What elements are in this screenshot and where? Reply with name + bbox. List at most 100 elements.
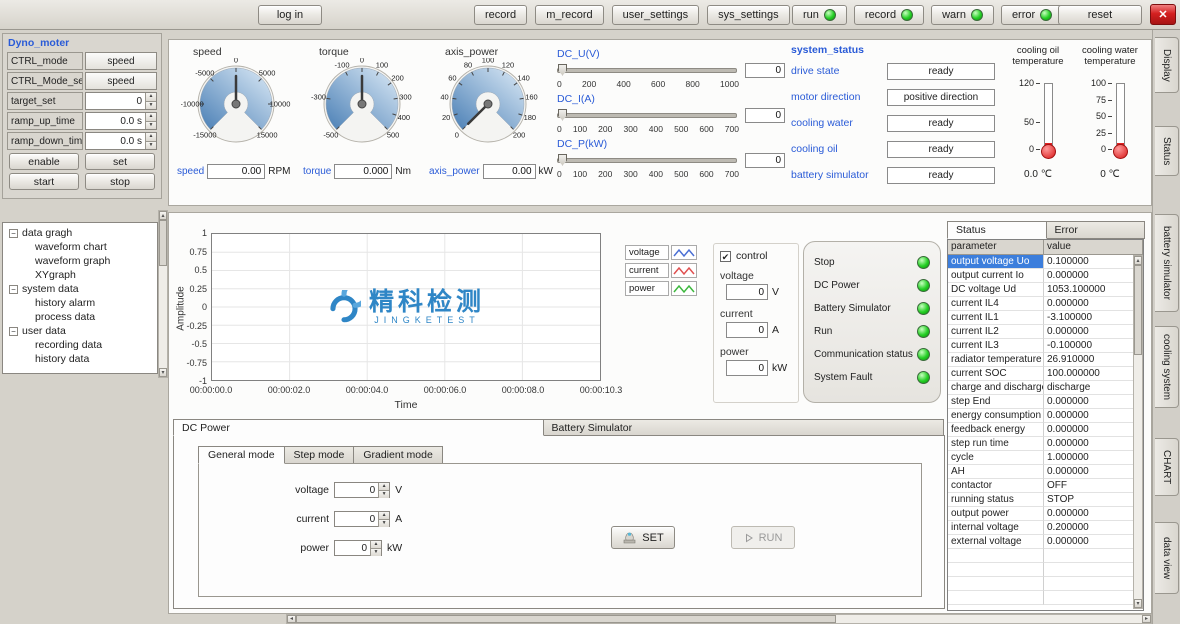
tree-item-system-data[interactable]: −system data bbox=[5, 282, 155, 296]
current-legend-item[interactable]: current bbox=[625, 263, 697, 278]
tree-item-recording-data[interactable]: recording data bbox=[5, 338, 155, 352]
spinner-up-icon[interactable]: ▲ bbox=[145, 113, 156, 122]
scroll-down-icon[interactable]: ▾ bbox=[1134, 599, 1142, 608]
tree-item-data-gragh[interactable]: −data gragh bbox=[5, 226, 155, 240]
spinner-down-icon[interactable]: ▼ bbox=[145, 142, 156, 150]
table-row-current-il2[interactable]: current IL20.000000 bbox=[948, 325, 1143, 339]
tree-item-process-data[interactable]: process data bbox=[5, 310, 155, 324]
tab-battery-simulator[interactable]: Battery Simulator bbox=[543, 419, 944, 436]
spinner-down-icon[interactable]: ▼ bbox=[145, 122, 156, 130]
table-scrollbar[interactable]: ▴ ▾ bbox=[1133, 255, 1143, 609]
column-header-value[interactable]: value bbox=[1044, 240, 1143, 255]
table-row-current-il3[interactable]: current IL3-0.100000 bbox=[948, 339, 1143, 353]
spinner-down-icon[interactable]: ▼ bbox=[378, 520, 389, 527]
sys-settings-button[interactable]: sys_settings bbox=[707, 5, 790, 25]
table-row-charge-and-discharge[interactable]: charge and dischargedischarge bbox=[948, 381, 1143, 395]
scroll-left-icon[interactable]: ◂ bbox=[287, 615, 296, 623]
tab-general-mode[interactable]: General mode bbox=[198, 446, 285, 464]
dc-voltage-input[interactable]: 0▲▼ bbox=[334, 482, 390, 498]
table-scrollbar-thumb[interactable] bbox=[1134, 265, 1142, 355]
tab-step-mode[interactable]: Step mode bbox=[284, 446, 355, 464]
tree-item-user-data[interactable]: −user data bbox=[5, 324, 155, 338]
record-button[interactable]: record bbox=[474, 5, 527, 25]
side-tab-chart[interactable]: CHART bbox=[1155, 438, 1179, 496]
dc-i-slider-track[interactable] bbox=[557, 113, 737, 118]
tab-status[interactable]: Status bbox=[947, 221, 1047, 239]
table-row-step-end[interactable]: step End0.000000 bbox=[948, 395, 1143, 409]
dc-i-slider-thumb[interactable] bbox=[558, 109, 567, 121]
set-command-button[interactable]: SET bbox=[611, 526, 675, 549]
warn-indicator-button[interactable]: warn bbox=[931, 5, 994, 25]
tree-scrollbar[interactable]: ▴ ▾ bbox=[158, 210, 168, 378]
voltage-legend-item[interactable]: voltage bbox=[625, 245, 697, 260]
scroll-up-icon[interactable]: ▴ bbox=[1134, 256, 1142, 265]
tree-item-waveform-graph[interactable]: waveform graph bbox=[5, 254, 155, 268]
start-button[interactable]: start bbox=[9, 173, 79, 190]
column-header-parameter[interactable]: parameter bbox=[948, 240, 1044, 255]
tab-dc-power[interactable]: DC Power bbox=[173, 419, 544, 436]
dc-p-slider-track[interactable] bbox=[557, 158, 737, 163]
run-button[interactable]: RUN bbox=[731, 526, 795, 549]
side-tab-cooling-system[interactable]: cooling system bbox=[1155, 326, 1179, 408]
table-row-external-voltage[interactable]: external voltage0.000000 bbox=[948, 535, 1143, 549]
table-row-current-il4[interactable]: current IL40.000000 bbox=[948, 297, 1143, 311]
ramp-up-time-input[interactable]: 0.0 s▲▼ bbox=[85, 112, 157, 130]
tree-item-history-alarm[interactable]: history alarm bbox=[5, 296, 155, 310]
table-row-output-current-io[interactable]: output current Io0.000000 bbox=[948, 269, 1143, 283]
user-settings-button[interactable]: user_settings bbox=[612, 5, 699, 25]
scroll-right-icon[interactable]: ▸ bbox=[1142, 615, 1151, 623]
side-tab-data-view[interactable]: data view bbox=[1155, 522, 1179, 594]
login-button[interactable]: log in bbox=[258, 5, 322, 25]
bottom-scrollbar-thumb[interactable] bbox=[296, 615, 836, 623]
tree-item-waveform-chart[interactable]: waveform chart bbox=[5, 240, 155, 254]
table-row-dc-voltage-ud[interactable]: DC voltage Ud1053.100000 bbox=[948, 283, 1143, 297]
dc-current-input[interactable]: 0▲▼ bbox=[334, 511, 390, 527]
m-record-button[interactable]: m_record bbox=[535, 5, 603, 25]
spinner-down-icon[interactable]: ▼ bbox=[370, 549, 381, 556]
scroll-down-icon[interactable]: ▾ bbox=[159, 368, 167, 377]
table-row-current-soc[interactable]: current SOC100.000000 bbox=[948, 367, 1143, 381]
table-row-cycle[interactable]: cycle1.000000 bbox=[948, 451, 1143, 465]
dc-u-slider-thumb[interactable] bbox=[558, 64, 567, 76]
power-legend-item[interactable]: power bbox=[625, 281, 697, 296]
tree-collapse-icon[interactable]: − bbox=[9, 285, 18, 294]
close-button[interactable]: ✕ bbox=[1150, 4, 1176, 25]
table-row-current-il1[interactable]: current IL1-3.100000 bbox=[948, 311, 1143, 325]
table-row-output-voltage-uo[interactable]: output voltage Uo0.100000 bbox=[948, 255, 1143, 269]
control-checkbox[interactable]: ✔ control bbox=[720, 250, 792, 262]
side-tab-status[interactable]: Status bbox=[1155, 126, 1179, 176]
side-tab-display[interactable]: Display bbox=[1155, 37, 1179, 93]
dc-power-input[interactable]: 0▲▼ bbox=[334, 540, 382, 556]
tree-item-history-data[interactable]: history data bbox=[5, 352, 155, 366]
spinner-down-icon[interactable]: ▼ bbox=[145, 102, 156, 110]
dc-u-slider-track[interactable] bbox=[557, 68, 737, 73]
bottom-scrollbar[interactable]: ◂ ▸ bbox=[286, 614, 1152, 624]
tab-error[interactable]: Error bbox=[1046, 221, 1146, 239]
ctrl-mode-set-value[interactable]: speed bbox=[85, 72, 157, 90]
stop-button[interactable]: stop bbox=[85, 173, 155, 190]
tree-collapse-icon[interactable]: − bbox=[9, 327, 18, 336]
target-set-input[interactable]: 0▲▼ bbox=[85, 92, 157, 110]
tree-item-xygraph[interactable]: XYgraph bbox=[5, 268, 155, 282]
set-button[interactable]: set bbox=[85, 153, 155, 170]
table-row-output-power[interactable]: output power0.000000 bbox=[948, 507, 1143, 521]
side-tab-battery-simulator[interactable]: battery simulator bbox=[1155, 214, 1179, 312]
table-row-energy-consumption[interactable]: energy consumption0.000000 bbox=[948, 409, 1143, 423]
spinner-up-icon[interactable]: ▲ bbox=[378, 483, 389, 491]
spinner-up-icon[interactable]: ▲ bbox=[378, 512, 389, 520]
table-row-running-status[interactable]: running statusSTOP bbox=[948, 493, 1143, 507]
run-indicator-button[interactable]: run bbox=[792, 5, 847, 25]
dc-p-slider-thumb[interactable] bbox=[558, 154, 567, 166]
ctrl-mode-value[interactable]: speed bbox=[85, 52, 157, 70]
ramp-down-time-input[interactable]: 0.0 s▲▼ bbox=[85, 132, 157, 150]
table-row-radiator-temperature[interactable]: radiator temperature26.910000 bbox=[948, 353, 1143, 367]
error-indicator-button[interactable]: error bbox=[1001, 5, 1063, 25]
table-row-step-run-time[interactable]: step run time0.000000 bbox=[948, 437, 1143, 451]
reset-button[interactable]: reset bbox=[1058, 5, 1142, 25]
spinner-down-icon[interactable]: ▼ bbox=[378, 491, 389, 498]
enable-button[interactable]: enable bbox=[9, 153, 79, 170]
tree-scrollbar-thumb[interactable] bbox=[159, 220, 167, 266]
spinner-up-icon[interactable]: ▲ bbox=[370, 541, 381, 549]
table-row-contactor[interactable]: contactorOFF bbox=[948, 479, 1143, 493]
table-row-ah[interactable]: AH0.000000 bbox=[948, 465, 1143, 479]
